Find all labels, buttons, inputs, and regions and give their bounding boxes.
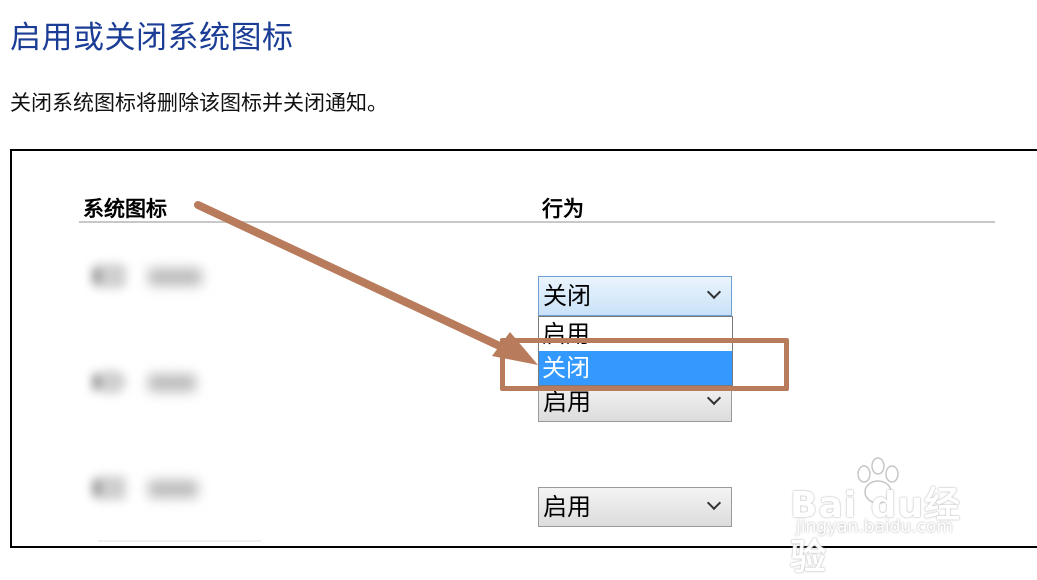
header-divider [79, 221, 995, 223]
chevron-down-icon [706, 390, 722, 406]
volume-icon [96, 370, 126, 394]
page-title: 启用或关闭系统图标 [10, 20, 294, 56]
chevron-down-icon [706, 284, 722, 300]
system-icon-label-blurred [148, 268, 202, 286]
behavior-select-network[interactable]: 启用 [538, 487, 732, 527]
system-icon-row-network [96, 470, 236, 510]
page-description: 关闭系统图标将删除该图标并关闭通知。 [10, 91, 388, 115]
column-header-system-icons: 系统图标 [83, 197, 167, 221]
annotation-highlight-box [500, 338, 789, 391]
behavior-select-value: 关闭 [543, 282, 591, 310]
behavior-select-value: 启用 [543, 388, 591, 416]
baidu-jingyan-watermark: Bai du经验 jingyan.baidu.com [790, 452, 990, 578]
network-icon [96, 476, 126, 500]
system-icon-label-blurred [148, 374, 196, 392]
watermark-url: jingyan.baidu.com [796, 517, 953, 537]
behavior-select-clock[interactable]: 关闭 [538, 276, 732, 316]
system-icon-row-clock [96, 258, 236, 298]
column-header-behavior: 行为 [542, 197, 584, 221]
system-icon-label-blurred [148, 480, 198, 498]
behavior-select-value: 启用 [543, 493, 591, 521]
system-icon-row-volume [96, 364, 236, 404]
clock-icon [96, 264, 126, 288]
row-divider [98, 540, 261, 542]
chevron-down-icon [706, 495, 722, 511]
